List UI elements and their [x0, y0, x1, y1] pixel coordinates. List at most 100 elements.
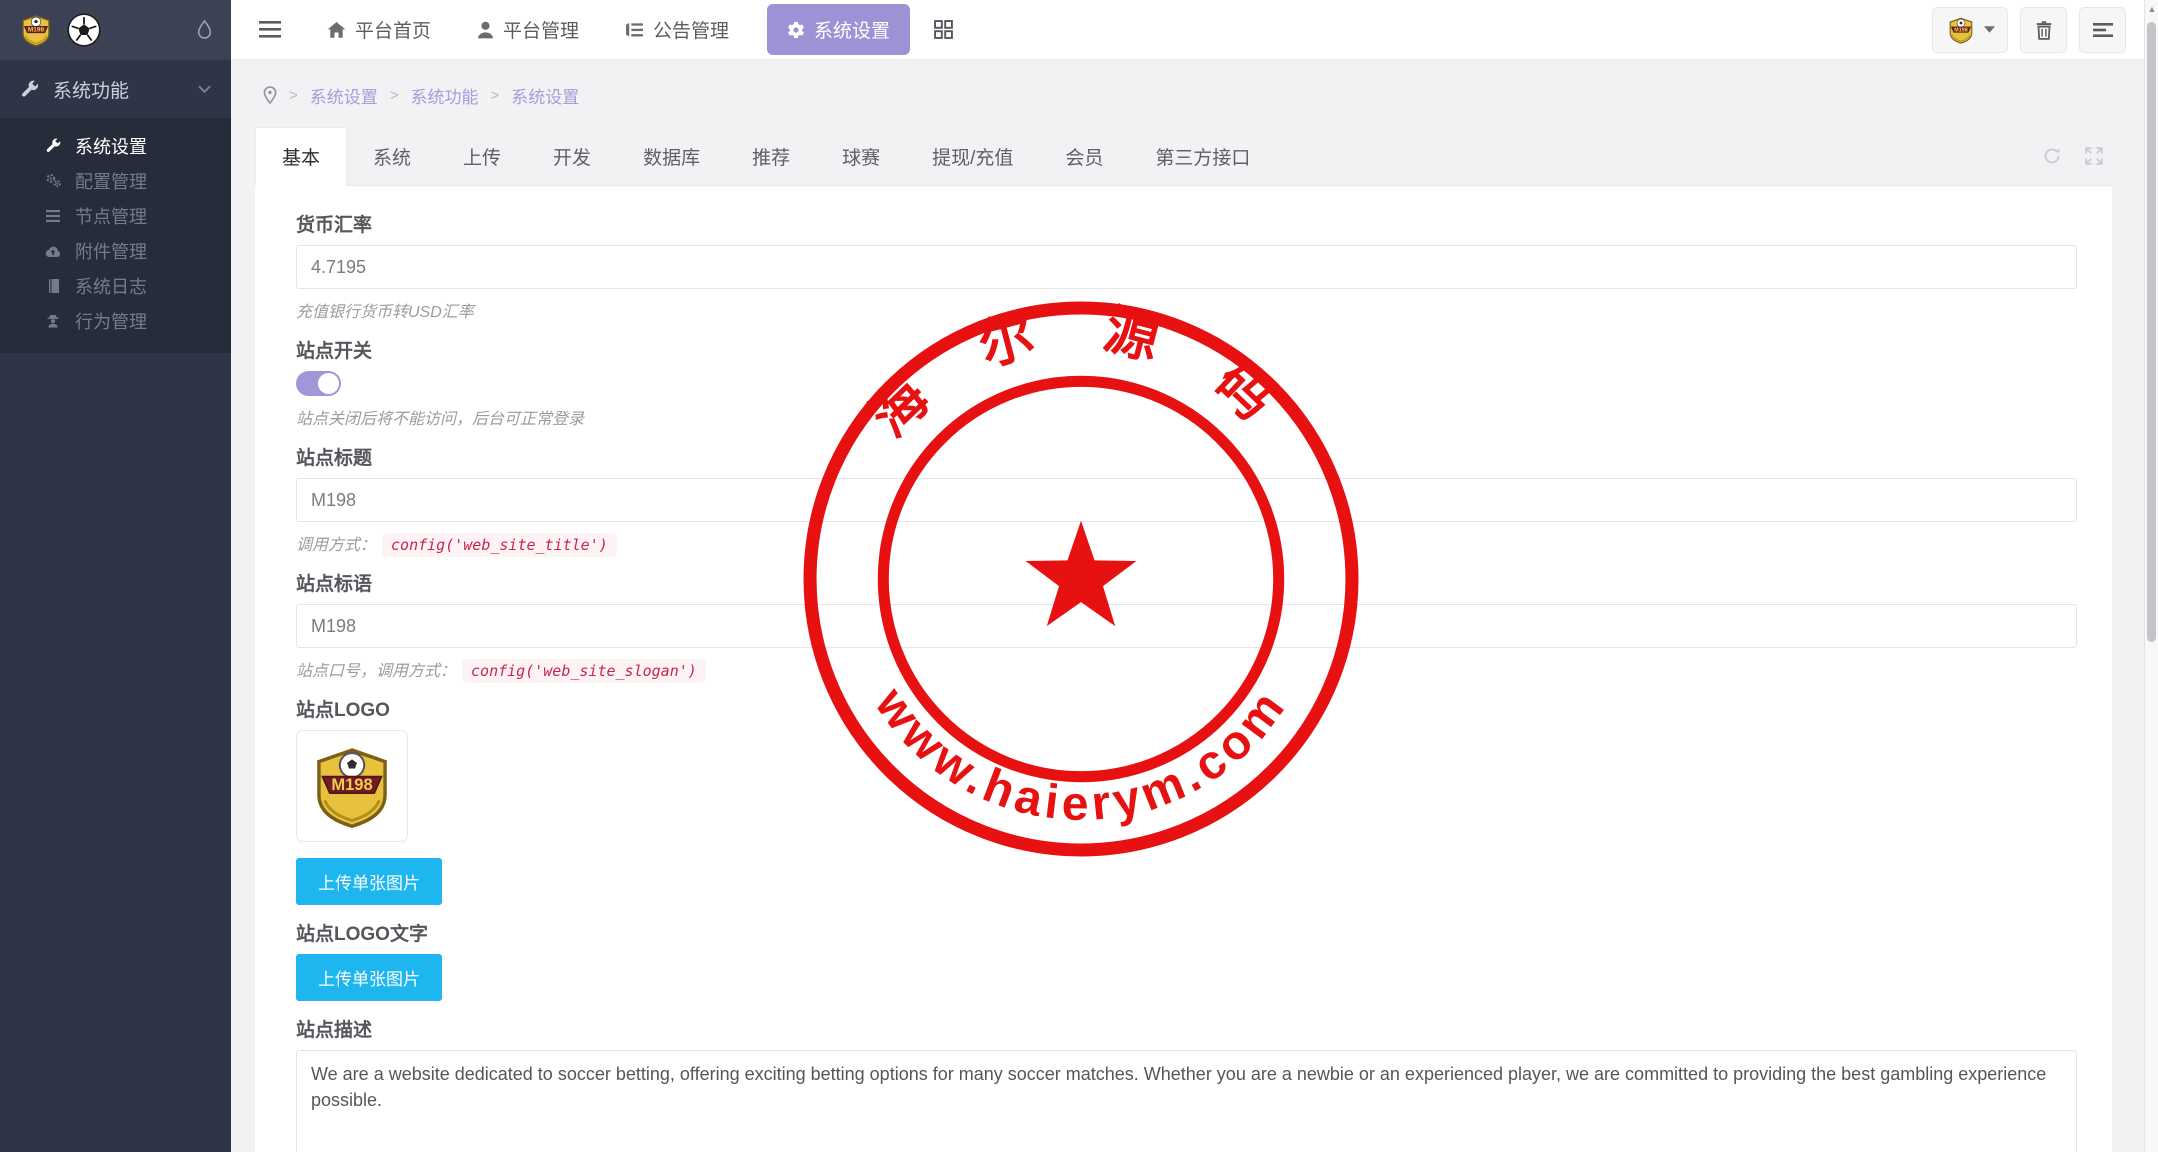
brand-badge-logo[interactable]: [18, 12, 54, 48]
expand-icon[interactable]: [2084, 146, 2104, 166]
field-label: 站点标语: [296, 569, 2077, 596]
field-helper: 调用方式： config('web_site_title'): [296, 531, 2077, 555]
site-slogan-input[interactable]: [296, 604, 2077, 648]
site-title-input[interactable]: [296, 478, 2077, 522]
field-label: 站点开关: [296, 336, 2077, 363]
tab-member[interactable]: 会员: [1039, 128, 1129, 185]
field-site-description: 站点描述 We are a website dedicated to socce…: [296, 1015, 2077, 1152]
soccer-ball-icon: [66, 12, 102, 48]
upload-logo-text-button[interactable]: 上传单张图片: [296, 954, 442, 1001]
tab-develop[interactable]: 开发: [527, 128, 617, 185]
helper-text: 站点口号，调用方式：: [296, 663, 456, 680]
site-logo-preview[interactable]: [296, 730, 408, 842]
sidebar-submenu: 系统设置 配置管理 节点管理: [0, 118, 231, 353]
nav-item-platform-home[interactable]: 平台首页: [327, 16, 431, 43]
nav-item-label: 公告管理: [653, 16, 729, 43]
top-navbar: 平台首页 平台管理 公告管理 系统设置: [231, 0, 2144, 60]
tab-withdraw-recharge[interactable]: 提现/充值: [906, 128, 1039, 185]
field-helper: 站点关闭后将不能访问，后台可正常登录: [296, 405, 2077, 429]
gears-icon: [44, 172, 62, 190]
sidebar-item-label: 系统设置: [75, 133, 147, 159]
avatar-menu-button[interactable]: [1932, 7, 2008, 53]
breadcrumb-separator: >: [289, 87, 298, 104]
nav-item-platform-management[interactable]: 平台管理: [477, 16, 579, 43]
settings-tabs: 基本 系统 上传 开发 数据库 推荐 球赛 提现/充值 会员 第三方接口: [255, 130, 2112, 186]
vertical-scrollbar[interactable]: ▲: [2144, 0, 2158, 1152]
sidebar-item-behavior-management[interactable]: 行为管理: [0, 303, 231, 338]
field-site-slogan: 站点标语 站点口号，调用方式： config('web_site_slogan'): [296, 569, 2077, 681]
nav-item-announcement-management[interactable]: 公告管理: [625, 16, 729, 43]
tab-database[interactable]: 数据库: [617, 128, 726, 185]
sidebar-item-label: 系统功能: [53, 76, 129, 103]
admin-settings-page: 系统功能 系统设置 配置管理: [0, 0, 2158, 1152]
chevron-down-icon: [198, 85, 211, 94]
sidebar-item-node-management[interactable]: 节点管理: [0, 198, 231, 233]
sidebar-item-system-logs[interactable]: 系统日志: [0, 268, 231, 303]
sidebar-item-attachment-management[interactable]: 附件管理: [0, 233, 231, 268]
site-switch-toggle[interactable]: [296, 371, 341, 396]
sidebar-item-label: 行为管理: [75, 308, 147, 334]
breadcrumb-link[interactable]: 系统设置: [310, 83, 378, 108]
tab-upload[interactable]: 上传: [437, 128, 527, 185]
tab-recommend[interactable]: 推荐: [726, 128, 816, 185]
settings-card: 基本 系统 上传 开发 数据库 推荐 球赛 提现/充值 会员 第三方接口: [255, 130, 2112, 1152]
sidebar-item-label: 节点管理: [75, 203, 147, 229]
grid-apps-icon[interactable]: [934, 20, 953, 39]
field-site-switch: 站点开关 站点关闭后将不能访问，后台可正常登录: [296, 336, 2077, 429]
nav-item-label: 平台首页: [355, 16, 431, 43]
gear-icon: [787, 21, 805, 39]
nav-right-tools: [1932, 7, 2126, 53]
wrench-icon: [20, 80, 39, 99]
tab-third-party[interactable]: 第三方接口: [1129, 128, 1276, 185]
settings-form: 货币汇率 充值银行货币转USD汇率 站点开关 站点关闭后将不能访问，后台可正常登…: [255, 186, 2112, 1152]
breadcrumb-link[interactable]: 系统功能: [411, 83, 479, 108]
field-currency-rate: 货币汇率 充值银行货币转USD汇率: [296, 210, 2077, 322]
caret-down-icon: [1984, 26, 1995, 33]
book-icon: [44, 277, 62, 295]
sidebar-item-system-functions[interactable]: 系统功能: [0, 60, 231, 118]
avatar: [1946, 15, 1976, 45]
sidebar-item-label: 配置管理: [75, 168, 147, 194]
sidebar-item-label: 附件管理: [75, 238, 147, 264]
field-site-title: 站点标题 调用方式：config('web_site_title'): [296, 443, 2077, 555]
card-tools: [2042, 146, 2104, 166]
tab-matches[interactable]: 球赛: [816, 128, 906, 185]
config-code: config('web_site_title'): [382, 533, 617, 557]
breadcrumb-link[interactable]: 系统设置: [511, 83, 579, 108]
sidebar-item-config-management[interactable]: 配置管理: [0, 163, 231, 198]
tab-system[interactable]: 系统: [347, 128, 437, 185]
main-content: > 系统设置 > 系统功能 > 系统设置 基本 系统 上传 开发 数据库 推荐 …: [231, 60, 2144, 1152]
trash-button[interactable]: [2020, 7, 2067, 53]
sidebar-panel-button[interactable]: [2079, 7, 2126, 53]
bars-icon: [44, 207, 62, 225]
sidebar-item-system-settings[interactable]: 系统设置: [0, 128, 231, 163]
toggle-knob: [318, 373, 339, 394]
sidebar-header: [0, 0, 231, 60]
nav-item-system-settings[interactable]: 系统设置: [767, 4, 910, 55]
tab-basic[interactable]: 基本: [255, 127, 347, 186]
wrench-icon: [44, 137, 62, 155]
helper-text: 调用方式：: [296, 537, 376, 554]
nav-item-label: 系统设置: [814, 16, 890, 43]
home-icon: [327, 21, 346, 39]
scrollbar-thumb[interactable]: [2147, 22, 2156, 642]
droplet-icon[interactable]: [196, 19, 213, 41]
breadcrumb-separator: >: [491, 87, 500, 104]
field-site-logo: 站点LOGO 上传单张图片: [296, 695, 2077, 905]
breadcrumb-separator: >: [390, 87, 399, 104]
map-pin-icon: [263, 86, 277, 104]
scroll-up-arrow[interactable]: ▲: [2145, 4, 2158, 14]
site-description-textarea[interactable]: We are a website dedicated to soccer bet…: [296, 1050, 2077, 1152]
field-site-logo-text: 站点LOGO文字 上传单张图片: [296, 919, 2077, 1001]
panel-list-icon: [2093, 22, 2113, 38]
field-label: 站点LOGO文字: [296, 919, 2077, 946]
list-icon: [625, 22, 644, 38]
currency-rate-input[interactable]: [296, 245, 2077, 289]
hamburger-icon[interactable]: [259, 21, 281, 38]
refresh-icon[interactable]: [2042, 146, 2062, 166]
config-code: config('web_site_slogan'): [462, 659, 706, 683]
upload-logo-button[interactable]: 上传单张图片: [296, 858, 442, 905]
nav-item-label: 平台管理: [503, 16, 579, 43]
breadcrumb: > 系统设置 > 系统功能 > 系统设置: [231, 60, 2144, 130]
field-label: 站点LOGO: [296, 695, 2077, 722]
